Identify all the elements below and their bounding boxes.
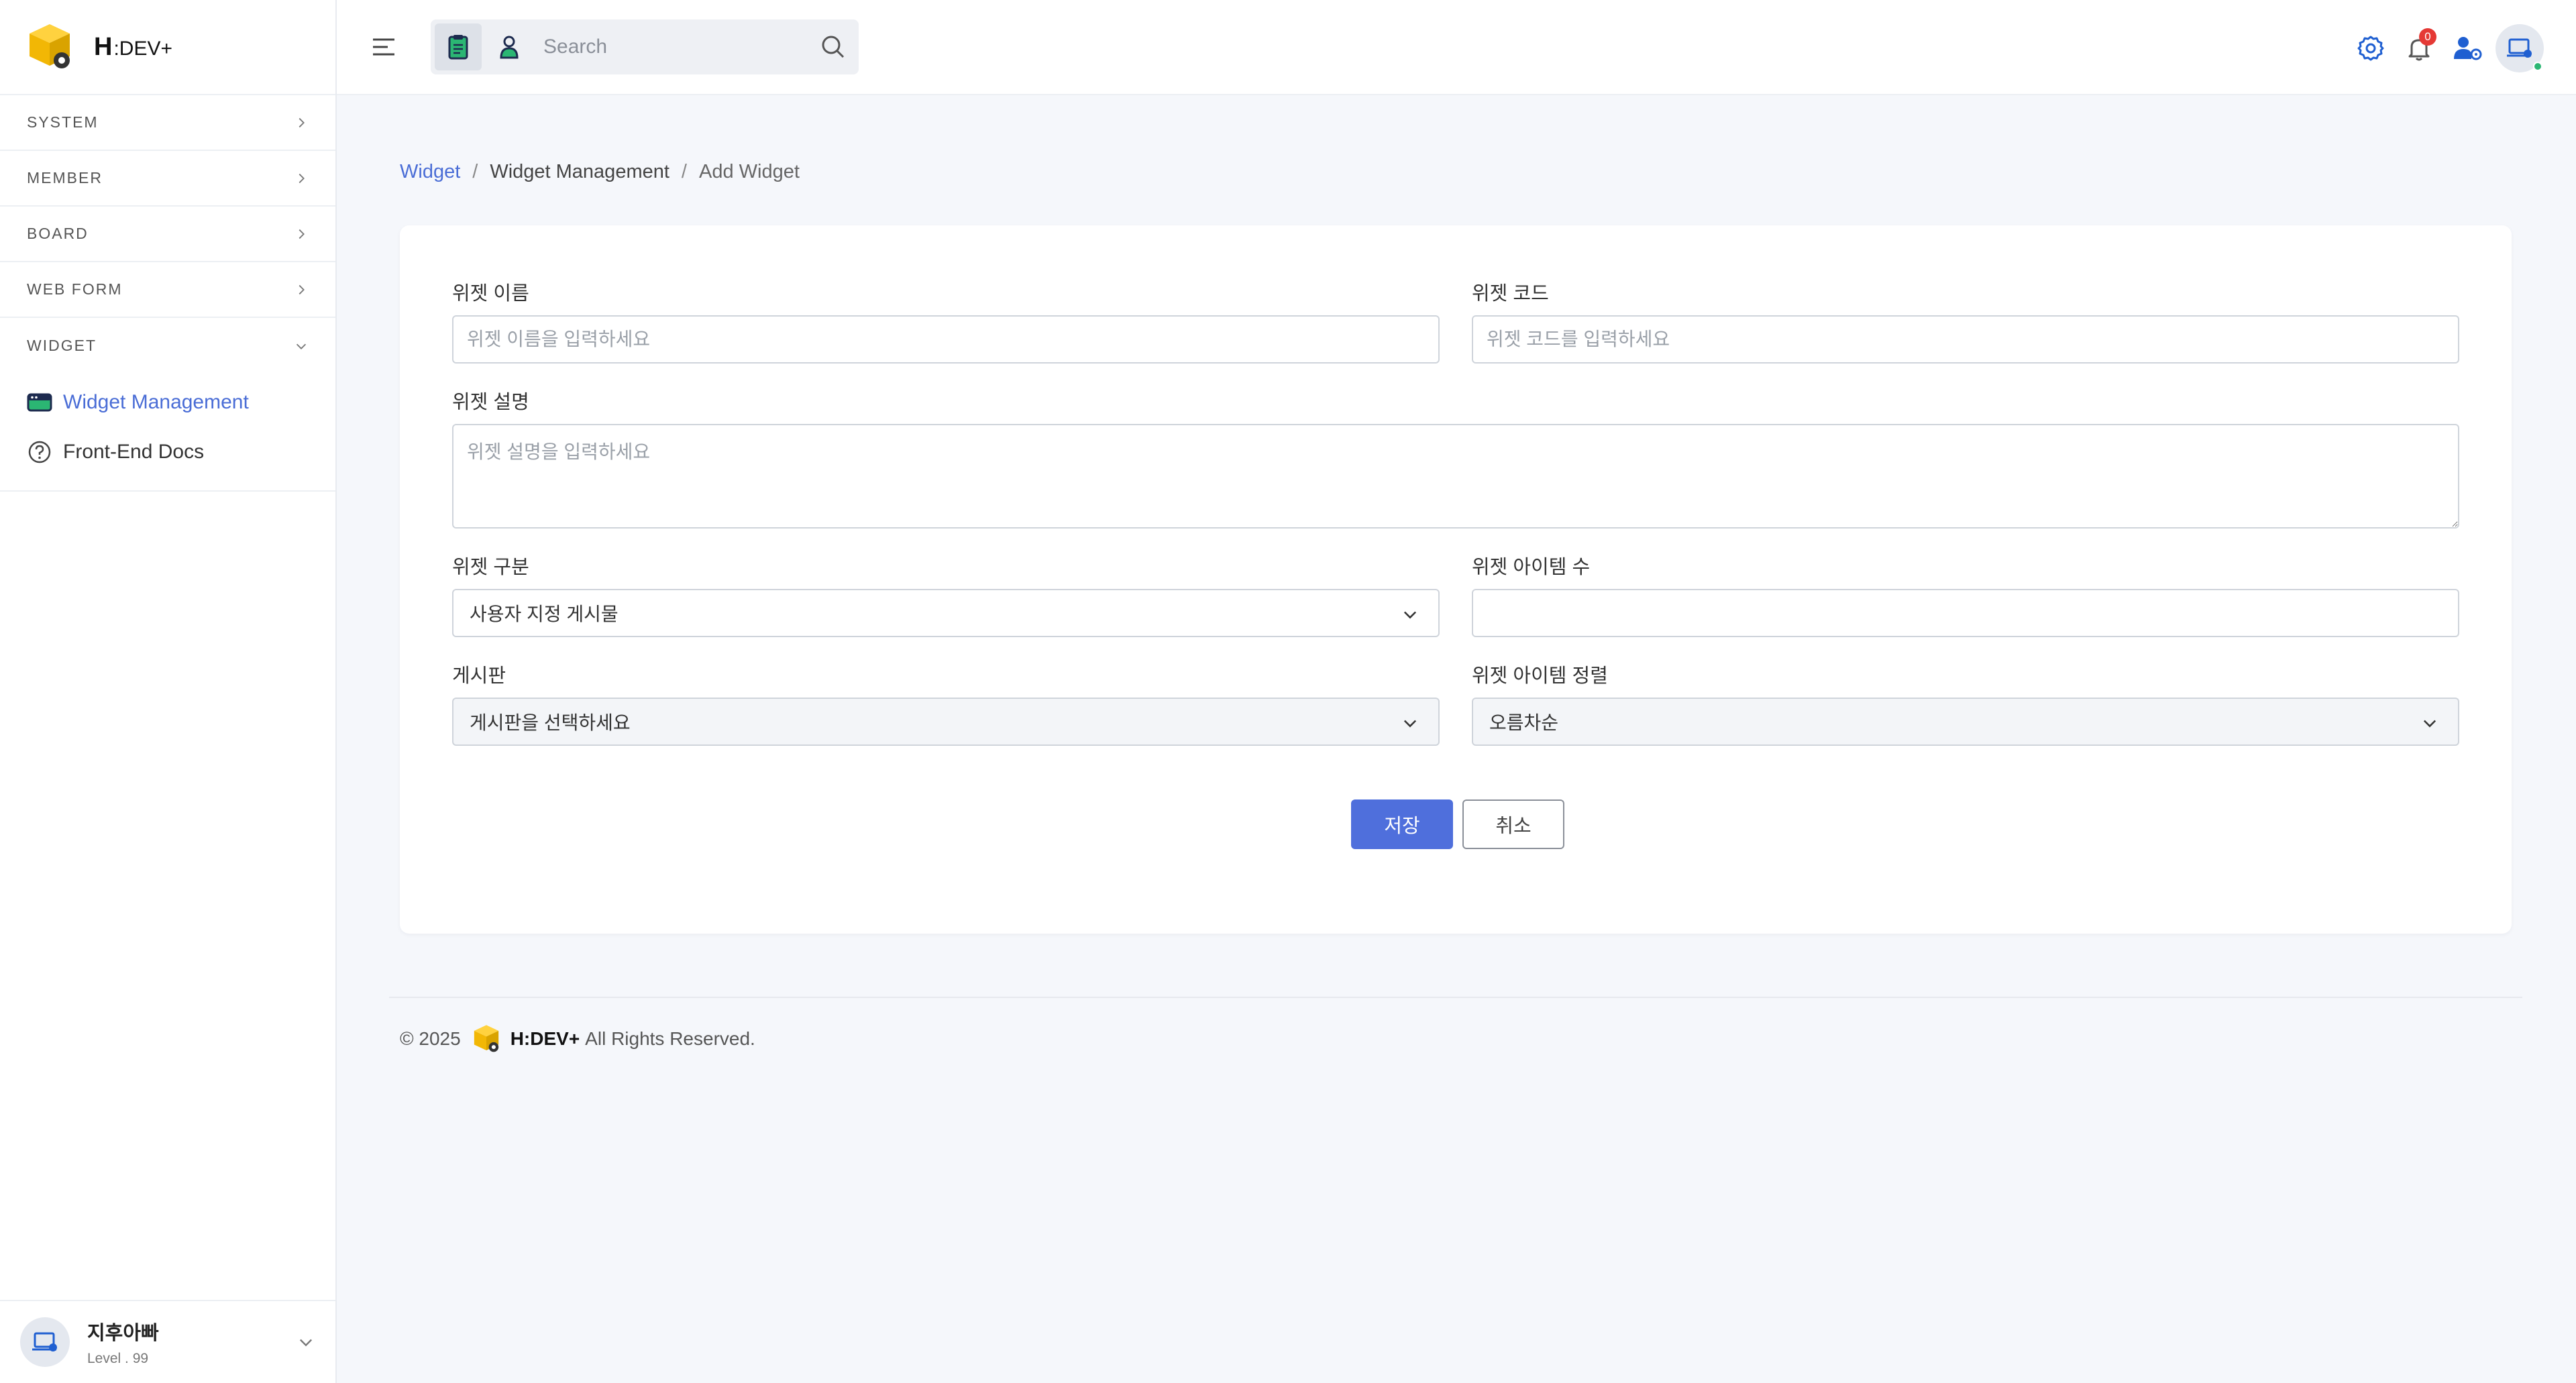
user-cog-icon xyxy=(2454,37,2482,60)
chevron-right-icon xyxy=(299,173,305,183)
menu-section-member[interactable]: MEMBER xyxy=(0,151,335,207)
widget-item-sort-select[interactable]: 오름차순 xyxy=(1472,698,2459,746)
menu-toggle-icon[interactable] xyxy=(370,34,397,60)
logo-icon xyxy=(474,1025,498,1052)
settings-button[interactable] xyxy=(2347,24,2395,72)
board-select[interactable]: 게시판을 선택하세요 xyxy=(452,698,1440,746)
widget-icon xyxy=(27,393,52,412)
avatar[interactable] xyxy=(2496,24,2544,72)
breadcrumb-widget-management[interactable]: Widget Management xyxy=(490,161,669,183)
menu-section-web-form[interactable]: WEB FORM xyxy=(0,262,335,318)
footer-brand: H:DEV+ xyxy=(510,1028,580,1049)
widget-item-count-label: 위젯 아이템 수 xyxy=(1472,557,1591,578)
widget-item-count-input[interactable] xyxy=(1472,589,2459,637)
notification-badge: 0 xyxy=(2419,28,2436,46)
topbar: 0 xyxy=(337,0,2576,95)
brand[interactable]: H:DEV+ xyxy=(0,0,335,95)
sidebar-item-label: Front-End Docs xyxy=(63,441,205,463)
menu-section-label: WEB FORM xyxy=(27,280,123,298)
chevron-right-icon xyxy=(299,229,305,239)
widget-description-label: 위젯 설명 xyxy=(452,392,529,413)
sidebar-item-front-end-docs[interactable]: Front-End Docs xyxy=(0,427,335,477)
search-mode-board[interactable] xyxy=(435,23,482,70)
user-info: 지후아빠 Level . 99 xyxy=(87,1317,297,1367)
breadcrumb-current: Add Widget xyxy=(698,161,800,182)
search-mode-member[interactable] xyxy=(486,23,533,70)
avatar xyxy=(20,1317,70,1367)
chevron-down-icon[interactable] xyxy=(297,1333,315,1351)
menu-section-label: WIDGET xyxy=(27,337,97,354)
search-box xyxy=(431,19,859,74)
user-name: 지후아빠 xyxy=(87,1323,159,1344)
widget-code-input[interactable] xyxy=(1472,315,2459,364)
user-icon xyxy=(500,36,519,59)
chevron-right-icon xyxy=(299,117,305,127)
widget-name-input[interactable] xyxy=(452,315,1440,364)
user-level: Level . 99 xyxy=(87,1351,149,1366)
select-value: 오름차순 xyxy=(1489,712,1559,733)
search-input[interactable] xyxy=(533,23,820,70)
online-status-dot xyxy=(2533,62,2542,71)
chevron-down-icon xyxy=(296,343,307,349)
menu-section-label: SYSTEM xyxy=(27,113,99,131)
widget-type-select[interactable]: 사용자 지정 게시물 xyxy=(452,589,1440,637)
sidebar-item-widget-management[interactable]: Widget Management xyxy=(0,378,335,427)
select-value: 사용자 지정 게시물 xyxy=(470,604,619,624)
menu-section-widget[interactable]: WIDGET xyxy=(0,318,335,374)
chevron-down-icon xyxy=(2423,720,2436,728)
menu-section-board[interactable]: BOARD xyxy=(0,207,335,262)
notifications-button[interactable]: 0 xyxy=(2395,24,2443,72)
board-label: 게시판 xyxy=(452,665,506,687)
breadcrumb-widget[interactable]: Widget xyxy=(400,161,460,183)
widget-type-label: 위젯 구분 xyxy=(452,557,529,578)
breadcrumb: Widget / Widget Management / Add Widget xyxy=(400,161,800,183)
save-button[interactable]: 저장 xyxy=(1351,799,1453,849)
footer: © 2025 H:DEV+ All Rights Reserved. xyxy=(400,1024,755,1054)
footer-copyright: © 2025 xyxy=(400,1028,461,1049)
chevron-right-icon xyxy=(299,284,305,294)
gear-icon xyxy=(2357,36,2384,61)
topbar-actions: 0 xyxy=(2347,24,2544,72)
user-settings-button[interactable] xyxy=(2443,24,2491,72)
sidebar-item-label: Widget Management xyxy=(63,391,249,413)
logo-icon xyxy=(30,24,70,68)
widget-submenu: Widget Management Front-End Docs xyxy=(0,374,335,492)
chevron-down-icon xyxy=(1403,720,1417,728)
search-icon[interactable] xyxy=(820,34,847,60)
menu-section-label: MEMBER xyxy=(27,169,103,186)
user-laptop-icon xyxy=(2507,38,2532,58)
widget-code-label: 위젯 코드 xyxy=(1472,283,1549,305)
footer-rights: All Rights Reserved. xyxy=(585,1028,755,1049)
sidebar: H:DEV+ SYSTEM MEMBER BOARD WEB FORM WIDG… xyxy=(0,0,337,1383)
user-laptop-icon xyxy=(32,1332,57,1351)
menu-section-system[interactable]: SYSTEM xyxy=(0,95,335,151)
widget-description-textarea[interactable] xyxy=(452,424,2459,529)
chevron-down-icon xyxy=(1403,611,1417,619)
widget-name-label: 위젯 이름 xyxy=(452,283,529,305)
widget-item-sort-label: 위젯 아이템 정렬 xyxy=(1472,665,1608,687)
sidebar-user-panel[interactable]: 지후아빠 Level . 99 xyxy=(0,1300,335,1383)
breadcrumb-separator: / xyxy=(472,161,478,182)
breadcrumb-separator: / xyxy=(681,161,687,182)
clipboard-icon xyxy=(448,35,468,60)
help-circle-icon xyxy=(28,441,51,463)
brand-name: H:DEV+ xyxy=(94,32,172,61)
menu-section-label: BOARD xyxy=(27,225,89,242)
footer-divider xyxy=(389,997,2522,998)
cancel-button[interactable]: 취소 xyxy=(1462,799,1564,849)
select-value: 게시판을 선택하세요 xyxy=(470,712,631,733)
widget-form-card: 위젯 이름 위젯 코드 위젯 설명 위젯 구분 사용자 지정 게시물 위젯 아이… xyxy=(400,225,2512,934)
